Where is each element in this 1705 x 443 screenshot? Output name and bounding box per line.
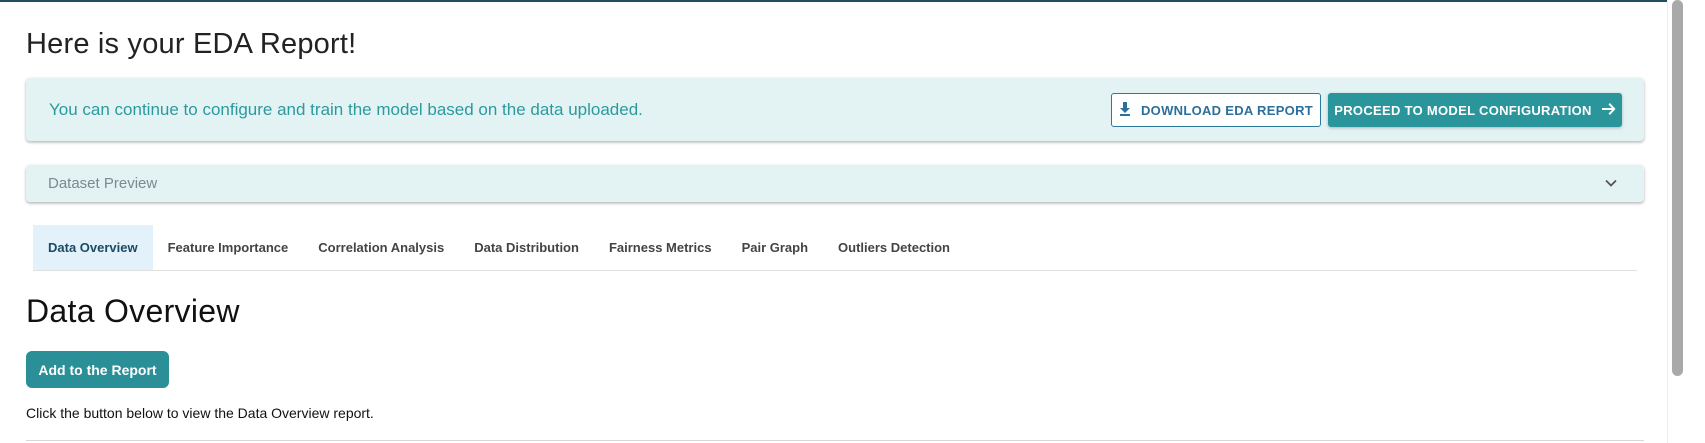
section-title: Data Overview <box>26 293 240 329</box>
arrow-right-icon <box>1601 102 1616 118</box>
chevron-down-icon[interactable] <box>1604 176 1618 190</box>
page-title: Here is your EDA Report! <box>26 28 357 60</box>
report-tabs: Data Overview Feature Importance Correla… <box>33 225 1637 271</box>
add-to-report-button[interactable]: Add to the Report <box>26 351 169 388</box>
accordion-label: Dataset Preview <box>48 175 158 192</box>
eda-report-page: Here is your EDA Report! You can continu… <box>0 0 1667 443</box>
tab-fairness-metrics[interactable]: Fairness Metrics <box>594 225 727 270</box>
download-button-label: DOWNLOAD EDA REPORT <box>1140 102 1314 118</box>
banner-message: You can continue to configure and train … <box>49 100 643 119</box>
tab-pair-graph[interactable]: Pair Graph <box>727 225 823 270</box>
hint-text: Click the button below to view the Data … <box>26 405 374 421</box>
tab-outliers-detection[interactable]: Outliers Detection <box>823 225 965 270</box>
info-banner: You can continue to configure and train … <box>26 78 1644 141</box>
download-icon <box>1119 101 1131 119</box>
tab-correlation-analysis[interactable]: Correlation Analysis <box>303 225 459 270</box>
download-eda-report-button[interactable]: DOWNLOAD EDA REPORT <box>1111 93 1321 127</box>
dataset-preview-accordion[interactable]: Dataset Preview <box>26 165 1644 202</box>
tab-data-overview[interactable]: Data Overview <box>33 225 153 270</box>
proceed-button-label: PROCEED TO MODEL CONFIGURATION <box>1334 102 1592 118</box>
tab-data-distribution[interactable]: Data Distribution <box>459 225 594 270</box>
report-container-top-border <box>26 440 1644 441</box>
scrollbar-thumb[interactable] <box>1672 0 1683 376</box>
proceed-to-model-configuration-button[interactable]: PROCEED TO MODEL CONFIGURATION <box>1328 93 1622 127</box>
tab-feature-importance[interactable]: Feature Importance <box>153 225 304 270</box>
